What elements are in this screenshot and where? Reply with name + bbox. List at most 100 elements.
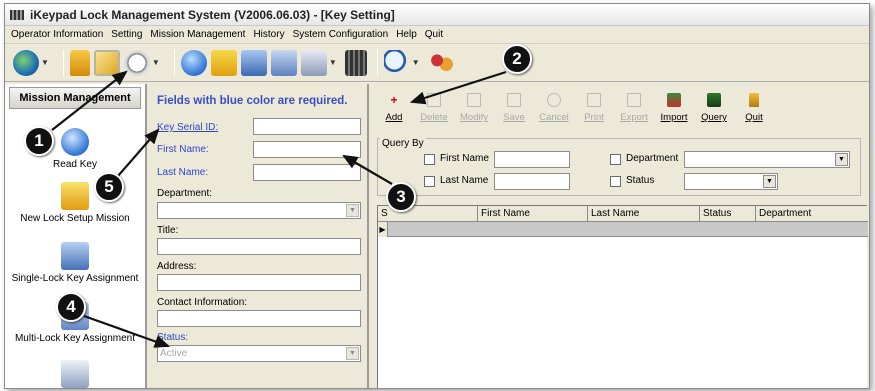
- modify-button[interactable]: Modify: [457, 90, 491, 130]
- print-button[interactable]: Print: [577, 90, 611, 130]
- mission-new-lock-setup[interactable]: New Lock Setup Mission: [5, 182, 145, 224]
- query-by-group: Query By First Name Department ▼ Last Na…: [377, 138, 861, 196]
- save-icon: [507, 93, 521, 107]
- chevron-down-icon[interactable]: ▼: [329, 58, 337, 67]
- quit-label: Quit: [745, 112, 763, 123]
- info-icon[interactable]: [180, 49, 207, 76]
- key-setting-icon[interactable]: [93, 49, 120, 76]
- key-blue-icon: [61, 242, 89, 270]
- menu-setting[interactable]: Setting: [111, 29, 142, 40]
- add-label: Add: [385, 112, 403, 123]
- key-serial-input[interactable]: [253, 118, 361, 135]
- modify-icon: [467, 93, 481, 107]
- callout-4: 4: [56, 292, 86, 322]
- menu-mission-management[interactable]: Mission Management: [150, 29, 245, 40]
- export-button[interactable]: Export: [617, 90, 651, 130]
- last-name-label: Last Name:: [157, 167, 209, 178]
- chevron-down-icon[interactable]: ▼: [152, 58, 160, 67]
- chevron-down-icon[interactable]: ▼: [835, 153, 848, 166]
- table-row[interactable]: ▶: [378, 222, 868, 237]
- department-checkbox[interactable]: [610, 154, 621, 165]
- export-icon: [627, 93, 641, 107]
- app-window: iKeypad Lock Management System (V2006.06…: [4, 3, 870, 389]
- lock-icon[interactable]: [69, 49, 90, 76]
- department-label: Department:: [157, 188, 213, 199]
- query-button[interactable]: Query: [697, 90, 731, 130]
- first-name-checkbox[interactable]: [424, 154, 435, 165]
- save-button[interactable]: Save: [497, 90, 531, 130]
- last-name-checkbox[interactable]: [424, 176, 435, 187]
- chevron-down-icon[interactable]: ▼: [412, 58, 420, 67]
- building-icon[interactable]: [344, 49, 367, 76]
- multi-key-icon[interactable]: [270, 49, 297, 76]
- query-status-select[interactable]: ▼: [684, 173, 778, 190]
- chevron-down-icon[interactable]: ▼: [346, 204, 359, 217]
- search-icon[interactable]: [383, 49, 410, 76]
- mission-next[interactable]: [5, 360, 145, 388]
- print-label: Print: [584, 112, 604, 123]
- clock-icon[interactable]: [123, 49, 150, 76]
- required-fields-note: Fields with blue color are required.: [157, 95, 348, 107]
- menu-system-configuration[interactable]: System Configuration: [293, 29, 389, 40]
- delete-label: Delete: [420, 112, 448, 123]
- main-toolbar: ▼ ▼ ▼ ▼: [5, 44, 869, 82]
- key-yellow-icon: [61, 182, 89, 210]
- row-indicator-icon: ▶: [378, 222, 388, 237]
- door-icon: [749, 93, 759, 107]
- chevron-down-icon[interactable]: ▼: [763, 175, 776, 188]
- chevron-down-icon[interactable]: ▼: [41, 58, 49, 67]
- contact-information-input[interactable]: [157, 310, 361, 327]
- mission-item-label: Single-Lock Key Assignment: [11, 273, 139, 284]
- key-yellow-icon[interactable]: [210, 49, 237, 76]
- query-last-name-input[interactable]: [494, 173, 570, 190]
- title-input[interactable]: [157, 238, 361, 255]
- column-header-last-name[interactable]: Last Name: [588, 206, 700, 222]
- mission-panel: Mission Management Read Key New Lock Set…: [5, 84, 147, 388]
- globe-icon[interactable]: [13, 49, 39, 76]
- quit-button[interactable]: Quit: [737, 90, 771, 130]
- column-header-first-name[interactable]: First Name: [478, 206, 588, 222]
- address-input[interactable]: [157, 274, 361, 291]
- toolbar-separator: [62, 49, 64, 76]
- callout-5: 5: [94, 172, 124, 202]
- key-serial-label[interactable]: Key Serial ID:: [157, 122, 218, 133]
- menu-quit[interactable]: Quit: [425, 29, 443, 40]
- callout-1: 1: [24, 126, 54, 156]
- cancel-button[interactable]: Cancel: [537, 90, 571, 130]
- action-toolbar: + Add Delete Modify Save Cancel Print Ex…: [377, 90, 777, 130]
- title-bar: iKeypad Lock Management System (V2006.06…: [5, 4, 869, 26]
- import-button[interactable]: Import: [657, 90, 691, 130]
- key-grid[interactable]: S First Name Last Name Status Department…: [377, 205, 868, 388]
- mission-item-label: New Lock Setup Mission: [20, 213, 130, 224]
- department-select[interactable]: ▼: [157, 202, 361, 219]
- add-button[interactable]: + Add: [377, 90, 411, 130]
- key-blue-icon[interactable]: [240, 49, 267, 76]
- status-select[interactable]: Active ▼: [157, 345, 361, 362]
- cancel-label: Cancel: [539, 112, 569, 123]
- department-checkbox-label: Department: [626, 153, 679, 164]
- menu-operator-information[interactable]: Operator Information: [11, 29, 103, 40]
- column-header-status[interactable]: Status: [700, 206, 756, 222]
- import-label: Import: [660, 112, 688, 123]
- mission-single-lock-key[interactable]: Single-Lock Key Assignment: [5, 242, 145, 284]
- delete-button[interactable]: Delete: [417, 90, 451, 130]
- chevron-down-icon[interactable]: ▼: [346, 347, 359, 360]
- last-name-input[interactable]: [253, 164, 361, 181]
- query-by-title: Query By: [380, 138, 426, 149]
- key-form-panel: Fields with blue color are required. Key…: [149, 84, 369, 388]
- query-first-name-input[interactable]: [494, 151, 570, 168]
- delete-icon: [427, 93, 441, 107]
- status-checkbox[interactable]: [610, 176, 621, 187]
- toolbar-separator: [376, 49, 378, 76]
- first-name-input[interactable]: [253, 141, 361, 158]
- title-label: Title:: [157, 225, 179, 236]
- mission-item-label: Multi-Lock Key Assignment: [14, 333, 136, 344]
- column-header-department[interactable]: Department: [756, 206, 868, 222]
- key-list-panel: + Add Delete Modify Save Cancel Print Ex…: [371, 84, 869, 388]
- menu-history[interactable]: History: [253, 29, 284, 40]
- drive-icon[interactable]: [300, 49, 327, 76]
- status-value: Active: [160, 348, 188, 359]
- users-icon[interactable]: [427, 49, 454, 76]
- menu-help[interactable]: Help: [396, 29, 417, 40]
- query-department-select[interactable]: ▼: [684, 151, 850, 168]
